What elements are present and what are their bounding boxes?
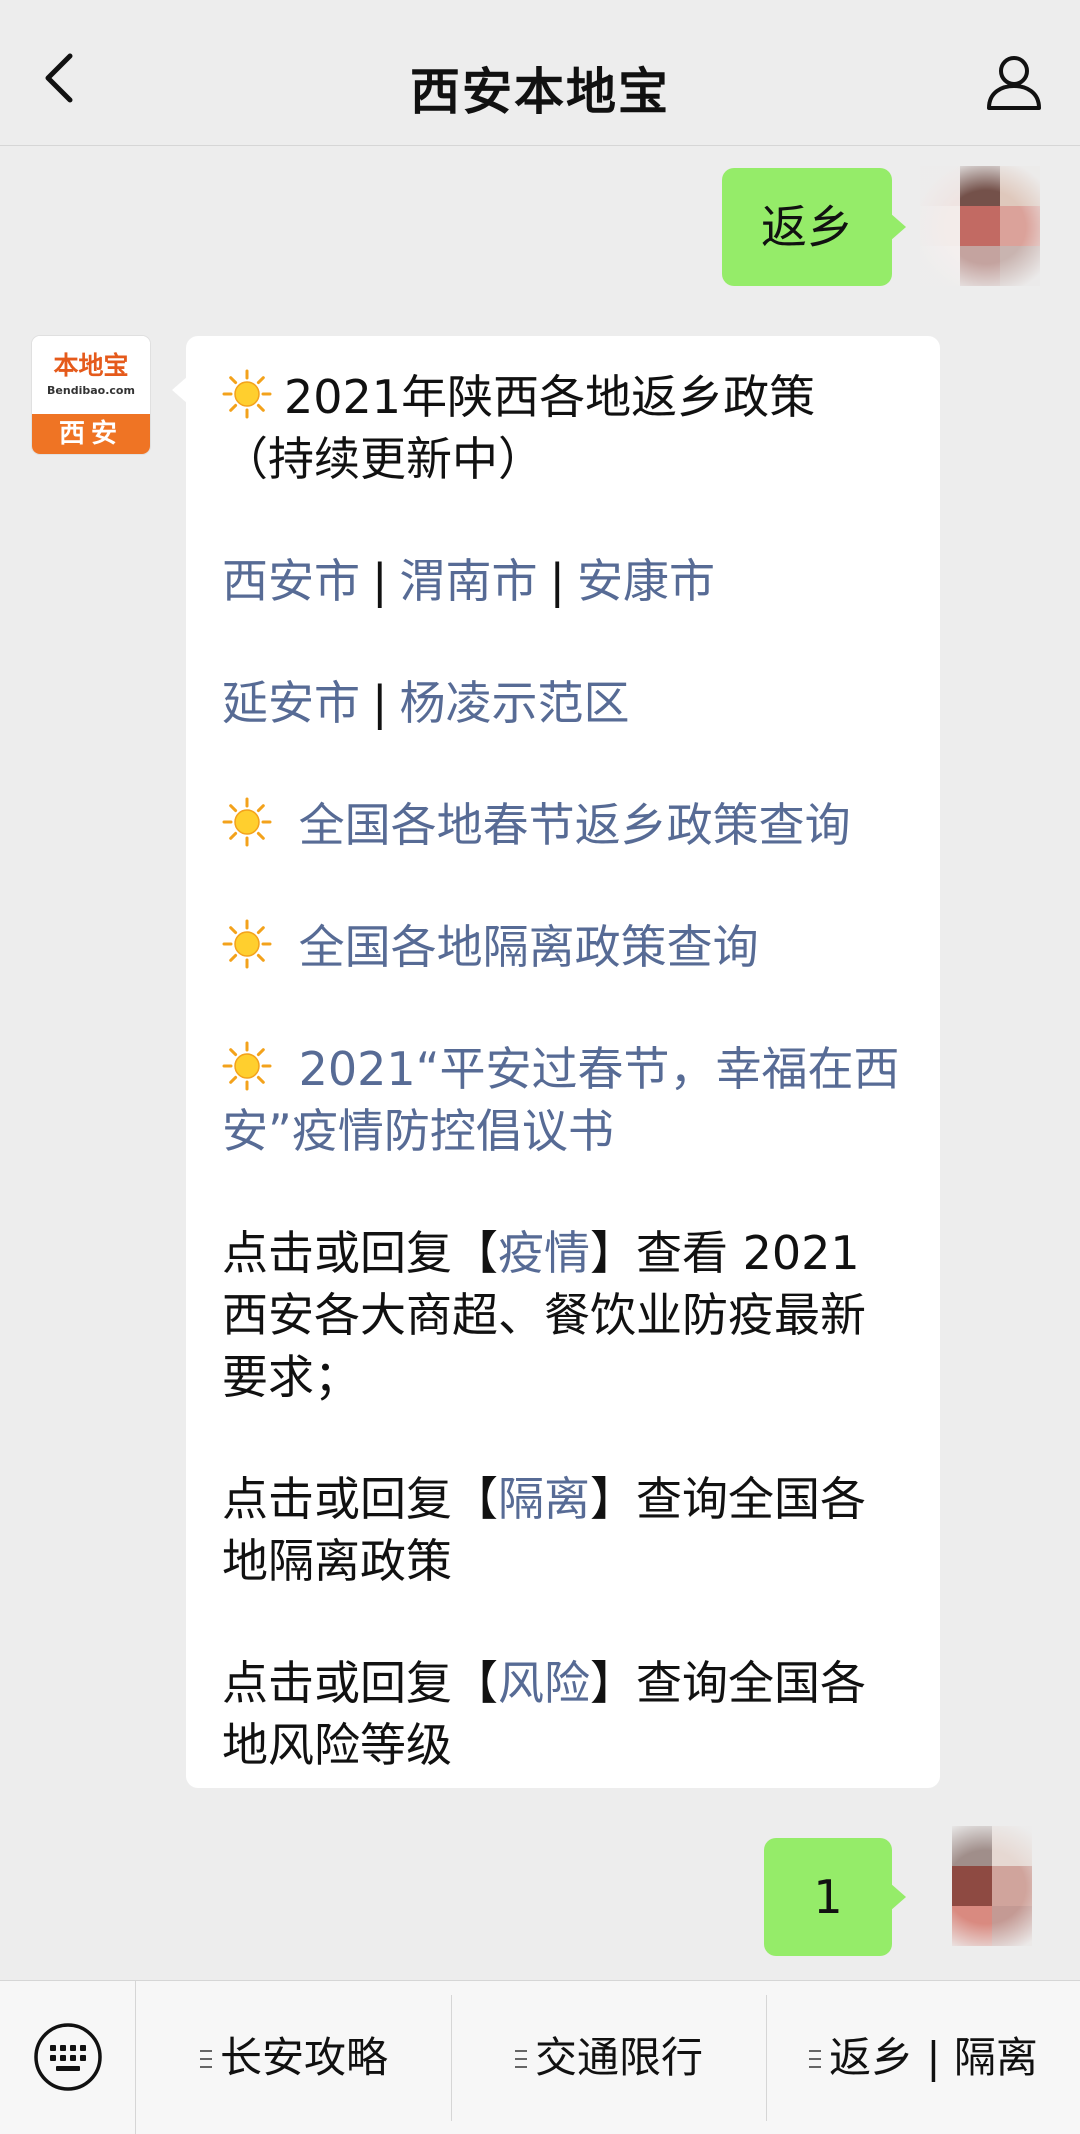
sun-icon bbox=[222, 919, 272, 969]
city-links-row-2: 延安市 | 杨凌示范区 bbox=[222, 672, 906, 734]
submenu-icon bbox=[514, 2048, 527, 2070]
user-message-bubble[interactable]: 1 bbox=[764, 1838, 906, 1956]
link-yanan[interactable]: 延安市 bbox=[222, 676, 360, 730]
top-nav-bar: 西安本地宝 bbox=[0, 0, 1080, 146]
tip-epidemic: 点击或回复【疫情】查看 2021 西安各大商超、餐饮业防疫最新要求； bbox=[222, 1222, 906, 1408]
initiative-text: 2021“平安过春节，幸福在西安”疫情防控倡议书 bbox=[222, 1042, 900, 1158]
avatar-city-text: 西安 bbox=[32, 414, 150, 454]
city-links-row-1: 西安市 | 渭南市 | 安康市 bbox=[222, 550, 906, 612]
bot-reply-bubble: 2021年陕西各地返乡政策（持续更新中） 西安市 | 渭南市 | 安康市 延安市 | 杨凌示… bbox=[172, 336, 940, 1788]
link-ankang[interactable]: 安康市 bbox=[577, 554, 715, 608]
link-yangling[interactable]: 杨凌示范区 bbox=[400, 676, 630, 730]
reply-headline: 2021年陕西各地返乡政策（持续更新中） bbox=[222, 366, 906, 490]
sun-icon bbox=[222, 369, 272, 419]
user-avatar[interactable] bbox=[916, 1822, 1056, 1952]
menu-item-return-quarantine[interactable]: 返乡 | 隔离 bbox=[767, 1981, 1080, 2134]
bendibao-avatar[interactable]: 本地宝 Bendibao.com 西安 bbox=[32, 336, 150, 454]
tip-prefix: 点击或回复【 bbox=[222, 1656, 498, 1710]
user-message-bubble[interactable]: 返乡 bbox=[722, 168, 906, 286]
submenu-icon bbox=[199, 2048, 212, 2070]
page-title: 西安本地宝 bbox=[410, 63, 670, 121]
initiative-link[interactable]: 2021“平安过春节，幸福在西安”疫情防控倡议书 bbox=[222, 1038, 906, 1162]
avatar-brand-text: 本地宝 bbox=[53, 351, 129, 380]
headline-text: 2021年陕西各地返乡政策（持续更新中） bbox=[222, 370, 816, 486]
separator: | bbox=[372, 554, 388, 608]
national-quarantine-text: 全国各地隔离政策查询 bbox=[298, 920, 759, 974]
menu-item-changan-guide[interactable]: 长安攻略 bbox=[137, 1981, 451, 2134]
sun-icon bbox=[222, 797, 272, 847]
bottom-menu-bar: 长安攻略 交通限行 返乡 | 隔离 bbox=[0, 1980, 1080, 2134]
tip-quarantine: 点击或回复【隔离】查询全国各地隔离政策 bbox=[222, 1468, 906, 1592]
menu-item-label: 长安攻略 bbox=[219, 2033, 388, 2082]
tip-risk: 点击或回复【风险】查询全国各地风险等级 bbox=[222, 1652, 906, 1776]
tip-prefix: 点击或回复【 bbox=[222, 1226, 498, 1280]
sun-icon bbox=[222, 1041, 272, 1091]
separator: | bbox=[549, 554, 566, 608]
link-weinan[interactable]: 渭南市 bbox=[400, 554, 538, 608]
keyword-risk-link[interactable]: 风险 bbox=[498, 1656, 590, 1710]
menu-item-label: 交通限行 bbox=[534, 2033, 703, 2082]
avatar-brand-domain: Bendibao.com bbox=[47, 384, 135, 397]
user-avatar[interactable] bbox=[916, 162, 1056, 292]
user-message-text: 返乡 bbox=[761, 200, 853, 254]
user-message-text: 1 bbox=[813, 1870, 843, 1924]
separator: | bbox=[372, 676, 388, 730]
submenu-icon bbox=[809, 2048, 822, 2070]
menu-item-label: 返乡 | 隔离 bbox=[829, 2033, 1038, 2082]
link-xian[interactable]: 西安市 bbox=[222, 554, 360, 608]
keyboard-toggle-button[interactable] bbox=[0, 1981, 136, 2134]
profile-icon[interactable] bbox=[984, 52, 1044, 112]
keyword-epidemic-link[interactable]: 疫情 bbox=[498, 1226, 590, 1280]
keyboard-icon bbox=[34, 2023, 102, 2091]
national-return-policy-link[interactable]: 全国各地春节返乡政策查询 bbox=[222, 794, 906, 856]
tip-prefix: 点击或回复【 bbox=[222, 1472, 498, 1526]
national-quarantine-link[interactable]: 全国各地隔离政策查询 bbox=[222, 916, 906, 978]
keyword-quarantine-link[interactable]: 隔离 bbox=[498, 1472, 590, 1526]
menu-item-traffic-restriction[interactable]: 交通限行 bbox=[452, 1981, 766, 2134]
national-return-text: 全国各地春节返乡政策查询 bbox=[298, 798, 851, 852]
